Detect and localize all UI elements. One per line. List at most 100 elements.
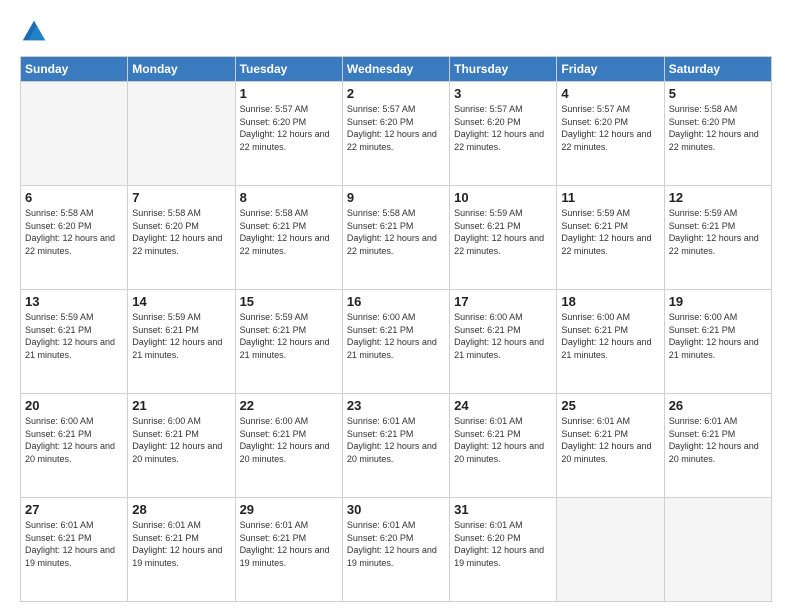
day-number: 3 <box>454 86 552 101</box>
day-info: Sunrise: 5:59 AM Sunset: 6:21 PM Dayligh… <box>25 311 123 361</box>
day-number: 18 <box>561 294 659 309</box>
day-number: 11 <box>561 190 659 205</box>
day-info: Sunrise: 5:59 AM Sunset: 6:21 PM Dayligh… <box>454 207 552 257</box>
day-info: Sunrise: 6:01 AM Sunset: 6:21 PM Dayligh… <box>25 519 123 569</box>
weekday-header-tuesday: Tuesday <box>235 57 342 82</box>
day-info: Sunrise: 6:01 AM Sunset: 6:21 PM Dayligh… <box>561 415 659 465</box>
day-info: Sunrise: 6:00 AM Sunset: 6:21 PM Dayligh… <box>25 415 123 465</box>
calendar-cell: 7Sunrise: 5:58 AM Sunset: 6:20 PM Daylig… <box>128 186 235 290</box>
day-number: 1 <box>240 86 338 101</box>
day-number: 6 <box>25 190 123 205</box>
calendar-cell: 23 Sunrise: 6:01 AM Sunset: 6:21 PM Dayli… <box>342 394 449 498</box>
weekday-header-sunday: Sunday <box>21 57 128 82</box>
day-info: Sunrise: 6:01 AM Sunset: 6:20 PM Dayligh… <box>454 519 552 569</box>
day-info: Sunrise: 5:59 AM Sunset: 6:21 PM Dayligh… <box>669 207 767 257</box>
calendar-cell: 4 Sunrise: 5:57 AM Sunset: 6:20 PM Daylig… <box>557 82 664 186</box>
day-number: 22 <box>240 398 338 413</box>
calendar-cell: 12 Sunrise: 5:59 AM Sunset: 6:21 PM Dayli… <box>664 186 771 290</box>
calendar-cell: 11 Sunrise: 5:59 AM Sunset: 6:21 PM Dayli… <box>557 186 664 290</box>
day-number: 31 <box>454 502 552 517</box>
day-number: 16 <box>347 294 445 309</box>
day-number: 19 <box>669 294 767 309</box>
day-info: Sunrise: 6:01 AM Sunset: 6:21 PM Dayligh… <box>132 519 230 569</box>
day-number: 10 <box>454 190 552 205</box>
calendar-cell: 3 Sunrise: 5:57 AM Sunset: 6:20 PM Daylig… <box>450 82 557 186</box>
calendar-cell: 16 Sunrise: 6:00 AM Sunset: 6:21 PM Dayli… <box>342 290 449 394</box>
day-number: 25 <box>561 398 659 413</box>
day-number: 17 <box>454 294 552 309</box>
calendar-cell: 22 Sunrise: 6:00 AM Sunset: 6:21 PM Dayli… <box>235 394 342 498</box>
week-row-1: 1 Sunrise: 5:57 AM Sunset: 6:20 PM Daylig… <box>21 82 772 186</box>
day-info: Sunrise: 5:58 AM Sunset: 6:20 PM Dayligh… <box>25 207 123 257</box>
weekday-header-row: SundayMondayTuesdayWednesdayThursdayFrid… <box>21 57 772 82</box>
day-number: 21 <box>132 398 230 413</box>
day-info: Sunrise: 5:59 AM Sunset: 6:21 PM Dayligh… <box>240 311 338 361</box>
day-info: Sunrise: 5:57 AM Sunset: 6:20 PM Dayligh… <box>240 103 338 153</box>
calendar-cell <box>557 498 664 602</box>
weekday-header-wednesday: Wednesday <box>342 57 449 82</box>
weekday-header-thursday: Thursday <box>450 57 557 82</box>
header <box>20 18 772 46</box>
day-number: 14 <box>132 294 230 309</box>
day-number: 2 <box>347 86 445 101</box>
day-number: 26 <box>669 398 767 413</box>
calendar-cell: 6 Sunrise: 5:58 AM Sunset: 6:20 PM Daylig… <box>21 186 128 290</box>
day-number: 5 <box>669 86 767 101</box>
calendar-cell: 10 Sunrise: 5:59 AM Sunset: 6:21 PM Dayli… <box>450 186 557 290</box>
calendar-cell: 21 Sunrise: 6:00 AM Sunset: 6:21 PM Dayli… <box>128 394 235 498</box>
calendar-cell <box>21 82 128 186</box>
day-info: Sunrise: 6:00 AM Sunset: 6:21 PM Dayligh… <box>347 311 445 361</box>
day-info: Sunrise: 5:57 AM Sunset: 6:20 PM Dayligh… <box>347 103 445 153</box>
week-row-4: 20Sunrise: 6:00 AM Sunset: 6:21 PM Dayli… <box>21 394 772 498</box>
day-number: 12 <box>669 190 767 205</box>
day-info: Sunrise: 5:58 AM Sunset: 6:21 PM Dayligh… <box>347 207 445 257</box>
day-number: 23 <box>347 398 445 413</box>
logo <box>20 18 52 46</box>
calendar-cell <box>664 498 771 602</box>
calendar-cell: 13 Sunrise: 5:59 AM Sunset: 6:21 PM Dayli… <box>21 290 128 394</box>
weekday-header-friday: Friday <box>557 57 664 82</box>
day-info: Sunrise: 6:01 AM Sunset: 6:21 PM Dayligh… <box>454 415 552 465</box>
calendar-cell: 31 Sunrise: 6:01 AM Sunset: 6:20 PM Dayli… <box>450 498 557 602</box>
day-number: 13 <box>25 294 123 309</box>
weekday-header-monday: Monday <box>128 57 235 82</box>
calendar-cell: 17Sunrise: 6:00 AM Sunset: 6:21 PM Dayli… <box>450 290 557 394</box>
calendar-cell: 5 Sunrise: 5:58 AM Sunset: 6:20 PM Daylig… <box>664 82 771 186</box>
calendar-cell: 28 Sunrise: 6:01 AM Sunset: 6:21 PM Dayli… <box>128 498 235 602</box>
day-number: 27 <box>25 502 123 517</box>
calendar-cell: 29 Sunrise: 6:01 AM Sunset: 6:21 PM Dayli… <box>235 498 342 602</box>
day-info: Sunrise: 6:01 AM Sunset: 6:21 PM Dayligh… <box>347 415 445 465</box>
day-number: 30 <box>347 502 445 517</box>
weekday-header-saturday: Saturday <box>664 57 771 82</box>
week-row-2: 6 Sunrise: 5:58 AM Sunset: 6:20 PM Daylig… <box>21 186 772 290</box>
calendar-cell: 8Sunrise: 5:58 AM Sunset: 6:21 PM Daylig… <box>235 186 342 290</box>
day-info: Sunrise: 6:01 AM Sunset: 6:21 PM Dayligh… <box>240 519 338 569</box>
day-info: Sunrise: 5:57 AM Sunset: 6:20 PM Dayligh… <box>454 103 552 153</box>
calendar-cell: 15 Sunrise: 5:59 AM Sunset: 6:21 PM Dayli… <box>235 290 342 394</box>
day-info: Sunrise: 6:00 AM Sunset: 6:21 PM Dayligh… <box>240 415 338 465</box>
calendar-cell: 9 Sunrise: 5:58 AM Sunset: 6:21 PM Daylig… <box>342 186 449 290</box>
day-number: 28 <box>132 502 230 517</box>
day-info: Sunrise: 6:00 AM Sunset: 6:21 PM Dayligh… <box>132 415 230 465</box>
day-info: Sunrise: 6:01 AM Sunset: 6:20 PM Dayligh… <box>347 519 445 569</box>
calendar-cell: 18Sunrise: 6:00 AM Sunset: 6:21 PM Dayli… <box>557 290 664 394</box>
calendar-cell: 25 Sunrise: 6:01 AM Sunset: 6:21 PM Dayli… <box>557 394 664 498</box>
logo-icon <box>20 18 48 46</box>
day-number: 9 <box>347 190 445 205</box>
calendar-cell: 2 Sunrise: 5:57 AM Sunset: 6:20 PM Daylig… <box>342 82 449 186</box>
calendar-cell: 20Sunrise: 6:00 AM Sunset: 6:21 PM Dayli… <box>21 394 128 498</box>
calendar-cell: 14 Sunrise: 5:59 AM Sunset: 6:21 PM Dayli… <box>128 290 235 394</box>
day-info: Sunrise: 5:58 AM Sunset: 6:20 PM Dayligh… <box>669 103 767 153</box>
day-number: 4 <box>561 86 659 101</box>
day-number: 8 <box>240 190 338 205</box>
day-info: Sunrise: 5:57 AM Sunset: 6:20 PM Dayligh… <box>561 103 659 153</box>
day-number: 29 <box>240 502 338 517</box>
day-info: Sunrise: 6:00 AM Sunset: 6:21 PM Dayligh… <box>669 311 767 361</box>
day-number: 15 <box>240 294 338 309</box>
day-number: 7 <box>132 190 230 205</box>
calendar-cell: 19 Sunrise: 6:00 AM Sunset: 6:21 PM Dayli… <box>664 290 771 394</box>
day-info: Sunrise: 5:59 AM Sunset: 6:21 PM Dayligh… <box>132 311 230 361</box>
day-info: Sunrise: 5:59 AM Sunset: 6:21 PM Dayligh… <box>561 207 659 257</box>
calendar-cell: 30 Sunrise: 6:01 AM Sunset: 6:20 PM Dayli… <box>342 498 449 602</box>
day-number: 24 <box>454 398 552 413</box>
